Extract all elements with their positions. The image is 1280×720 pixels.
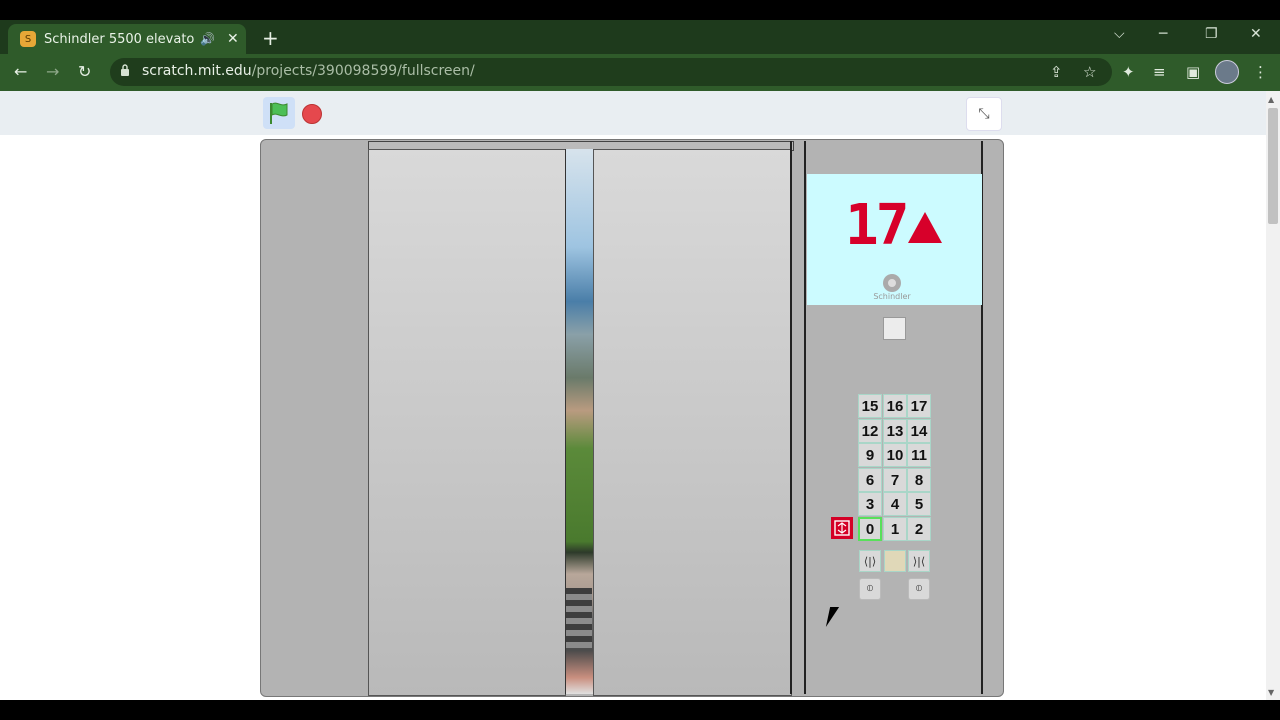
- exit-fullscreen-icon[interactable]: ⤡: [966, 97, 1002, 131]
- floor-button-4[interactable]: 4: [883, 492, 907, 516]
- floor-button-10[interactable]: 10: [883, 443, 907, 467]
- floor-button-1[interactable]: 1: [883, 517, 907, 541]
- url-text[interactable]: scratch.mit.edu/projects/390098599/fulls…: [142, 63, 475, 79]
- up-arrow-icon: [908, 212, 942, 243]
- keyswitch-left[interactable]: ⦶: [859, 578, 881, 600]
- floor-button-8[interactable]: 8: [907, 468, 931, 492]
- floor-button-11[interactable]: 11: [907, 443, 931, 467]
- left-door: [368, 149, 566, 696]
- door-close-button[interactable]: ⟩|⟨: [908, 550, 930, 572]
- forward-icon[interactable]: →: [46, 62, 59, 81]
- side-panel-icon[interactable]: ▣: [1186, 63, 1200, 81]
- floor-button-2[interactable]: 2: [907, 517, 931, 541]
- share-icon[interactable]: ⇪: [1050, 63, 1063, 81]
- alarm-bell-icon: [834, 520, 850, 536]
- panel-edge-inner: [804, 141, 806, 694]
- restore-button[interactable]: ❐: [1205, 26, 1218, 42]
- close-window-button[interactable]: ✕: [1250, 26, 1262, 42]
- stop-button[interactable]: [302, 104, 322, 124]
- url-host: scratch.mit.edu: [142, 63, 252, 79]
- tab-search-icon[interactable]: ⌵: [1114, 26, 1125, 42]
- brand-label: Schindler: [873, 292, 911, 301]
- green-flag-button[interactable]: [263, 97, 295, 129]
- speaker-icon[interactable]: 🔊: [200, 32, 215, 46]
- media-icon[interactable]: ≡: [1153, 63, 1166, 81]
- stage-header: [0, 91, 1266, 135]
- menu-icon[interactable]: ⋮: [1253, 63, 1268, 81]
- key-icon: ⦶: [866, 584, 874, 594]
- schindler-logo-icon: [883, 274, 901, 292]
- panel-edge-left: [790, 141, 792, 694]
- scroll-down-icon[interactable]: ▼: [1268, 688, 1274, 697]
- browser-tab[interactable]: S Schindler 5500 elevator rid 🔊 ✕: [8, 24, 246, 54]
- door-open-icon: ⟨|⟩: [863, 554, 877, 568]
- minimize-button[interactable]: ─: [1159, 26, 1167, 42]
- floor-button-16[interactable]: 16: [883, 394, 907, 418]
- extensions-icon[interactable]: ✦: [1122, 63, 1135, 81]
- door-close-icon: ⟩|⟨: [912, 554, 926, 568]
- green-flag-icon: [270, 102, 288, 124]
- floor-button-5[interactable]: 5: [907, 492, 931, 516]
- new-tab-button[interactable]: +: [262, 26, 279, 50]
- door-open-button[interactable]: ⟨|⟩: [859, 550, 881, 572]
- floor-button-7[interactable]: 7: [883, 468, 907, 492]
- floor-button-12[interactable]: 12: [858, 419, 882, 443]
- scroll-up-icon[interactable]: ▲: [1268, 95, 1274, 104]
- scroll-thumb[interactable]: [1268, 108, 1278, 224]
- bell-button[interactable]: [884, 550, 906, 572]
- close-tab-icon[interactable]: ✕: [227, 31, 239, 47]
- floor-button-15[interactable]: 15: [858, 394, 882, 418]
- keyswitch-panel[interactable]: [883, 317, 906, 340]
- right-door: [593, 149, 792, 696]
- tab-title: Schindler 5500 elevator rid: [44, 31, 194, 47]
- floor-button-3[interactable]: 3: [858, 492, 882, 516]
- url-path: /projects/390098599/fullscreen/: [251, 63, 475, 79]
- keyswitch-right[interactable]: ⦶: [908, 578, 930, 600]
- reload-icon[interactable]: ↻: [78, 62, 91, 81]
- lock-icon: [121, 64, 129, 76]
- floor-button-6[interactable]: 6: [858, 468, 882, 492]
- railing-view: [566, 588, 592, 648]
- alarm-button[interactable]: [831, 517, 853, 539]
- profile-avatar[interactable]: [1215, 60, 1239, 84]
- floor-button-9[interactable]: 9: [858, 443, 882, 467]
- floor-button-14[interactable]: 14: [907, 419, 931, 443]
- floor-button-0[interactable]: 0: [858, 517, 882, 541]
- floor-number: 17: [845, 193, 909, 258]
- back-icon[interactable]: ←: [14, 62, 27, 81]
- star-icon[interactable]: ☆: [1083, 63, 1096, 81]
- floor-button-13[interactable]: 13: [883, 419, 907, 443]
- scratch-cat-icon: S: [20, 31, 36, 47]
- key-icon: ⦶: [915, 584, 923, 594]
- bottom-bar: [0, 700, 1280, 720]
- floor-button-17[interactable]: 17: [907, 394, 931, 418]
